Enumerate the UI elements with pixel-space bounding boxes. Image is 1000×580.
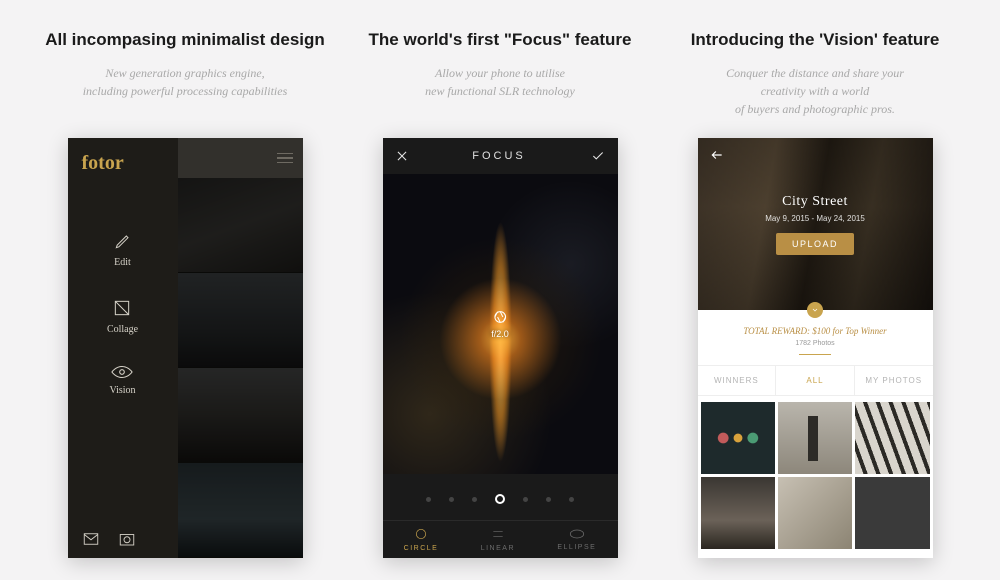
panel-title: The world's first "Focus" feature (369, 30, 632, 50)
tab-my-photos[interactable]: MY PHOTOS (855, 366, 933, 395)
aperture-label: f/2.0 (491, 329, 509, 339)
chevron-down-icon (811, 306, 819, 314)
upload-button[interactable]: UPLOAD (776, 233, 854, 255)
panel-title: Introducing the 'Vision' feature (691, 30, 940, 50)
intensity-slider[interactable] (383, 484, 618, 514)
grid-thumb[interactable] (855, 477, 929, 549)
sidebar-item-label: Vision (109, 385, 135, 396)
linear-icon (491, 527, 505, 541)
grid-thumb[interactable] (778, 402, 852, 474)
contest-hero: City Street May 9, 2015 - May 24, 2015 U… (698, 138, 933, 310)
editor-canvas[interactable]: f/2.0 (383, 174, 618, 474)
grid-thumb[interactable] (701, 477, 775, 549)
phone-mock-vision: City Street May 9, 2015 - May 24, 2015 U… (698, 138, 933, 558)
back-arrow-icon (708, 148, 726, 162)
phone-mock-home: fotor Edit Collage Vision (68, 138, 303, 558)
subtitle-line: new functional SLR technology (425, 84, 575, 98)
panel-subtitle: Allow your phone to utilise new function… (425, 64, 575, 118)
panel-title: All incompasing minimalist design (45, 30, 325, 50)
check-icon[interactable] (590, 149, 606, 163)
sidebar-item-edit[interactable]: Edit (113, 231, 133, 268)
slider-tick (569, 497, 574, 502)
collage-icon (112, 298, 132, 318)
subtitle-line: New generation graphics engine, (105, 66, 264, 80)
slider-tick (472, 497, 477, 502)
contest-title: City Street (782, 194, 848, 210)
panel-minimalist: All incompasing minimalist design New ge… (40, 30, 330, 580)
slider-tick (546, 497, 551, 502)
menu-icon[interactable] (277, 153, 293, 164)
panel-subtitle: Conquer the distance and share your crea… (726, 64, 904, 118)
mode-linear[interactable]: LINEAR (481, 527, 515, 552)
subtitle-line: Conquer the distance and share your (726, 66, 904, 80)
mode-label: ELLIPSE (557, 544, 596, 551)
aperture-indicator: f/2.0 (491, 309, 509, 339)
subtitle-line: creativity with a world (761, 84, 870, 98)
feed-thumb[interactable] (178, 368, 303, 463)
tab-winners[interactable]: WINNERS (698, 366, 777, 395)
subtitle-line: Allow your phone to utilise (435, 66, 565, 80)
sidebar-item-label: Edit (114, 257, 131, 268)
phone-mock-focus: FOCUS f/2.0 CIRCLE LINEAR (383, 138, 618, 558)
mode-label: LINEAR (481, 545, 515, 552)
grid-thumb[interactable] (855, 402, 929, 474)
subtitle-line: of buyers and photographic pros. (735, 102, 895, 116)
expand-chip[interactable] (807, 302, 823, 318)
slider-tick (426, 497, 431, 502)
photo-grid (698, 402, 933, 549)
circle-icon (414, 527, 428, 541)
contest-tabs: WINNERS ALL MY PHOTOS (698, 365, 933, 396)
feed-thumb[interactable] (178, 178, 303, 273)
sidebar-item-collage[interactable]: Collage (107, 298, 138, 335)
camera-icon[interactable] (118, 530, 136, 548)
tab-all[interactable]: ALL (776, 366, 855, 395)
grid-thumb[interactable] (701, 402, 775, 474)
sidebar-nav: Edit Collage Vision (68, 231, 178, 396)
pencil-icon (113, 231, 133, 251)
feed-thumb[interactable] (178, 463, 303, 558)
editor-header-title: FOCUS (472, 150, 526, 162)
sidebar-item-label: Collage (107, 324, 138, 335)
close-icon[interactable] (395, 149, 409, 163)
focus-mode-row: CIRCLE LINEAR ELLIPSE (383, 520, 618, 558)
back-button[interactable] (708, 148, 726, 167)
panel-subtitle: New generation graphics engine, includin… (83, 64, 288, 118)
photo-count: 1782 Photos (698, 340, 933, 355)
slider-handle[interactable] (495, 494, 505, 504)
sidebar-item-vision[interactable]: Vision (109, 365, 135, 396)
grid-thumb[interactable] (778, 477, 852, 549)
sidebar-footer (68, 520, 178, 558)
feed-header (178, 138, 303, 178)
sidebar: fotor Edit Collage Vision (68, 138, 178, 558)
panel-focus: The world's first "Focus" feature Allow … (355, 30, 645, 580)
feed-thumb[interactable] (178, 273, 303, 368)
photo-feed (178, 138, 303, 558)
slider-tick (449, 497, 454, 502)
mode-ellipse[interactable]: ELLIPSE (557, 528, 596, 551)
reward-text: TOTAL REWARD: $100 for Top Winner (698, 326, 933, 336)
eye-icon (111, 365, 133, 379)
editor-header: FOCUS (383, 138, 618, 174)
subtitle-line: including powerful processing capabiliti… (83, 84, 288, 98)
aperture-icon (492, 309, 508, 325)
ellipse-icon (569, 528, 585, 540)
panel-vision: Introducing the 'Vision' feature Conquer… (670, 30, 960, 580)
mode-circle[interactable]: CIRCLE (404, 527, 439, 552)
app-logo: fotor (68, 138, 178, 175)
slider-tick (523, 497, 528, 502)
mail-icon[interactable] (82, 530, 100, 548)
contest-dates: May 9, 2015 - May 24, 2015 (765, 214, 865, 223)
mode-label: CIRCLE (404, 545, 439, 552)
